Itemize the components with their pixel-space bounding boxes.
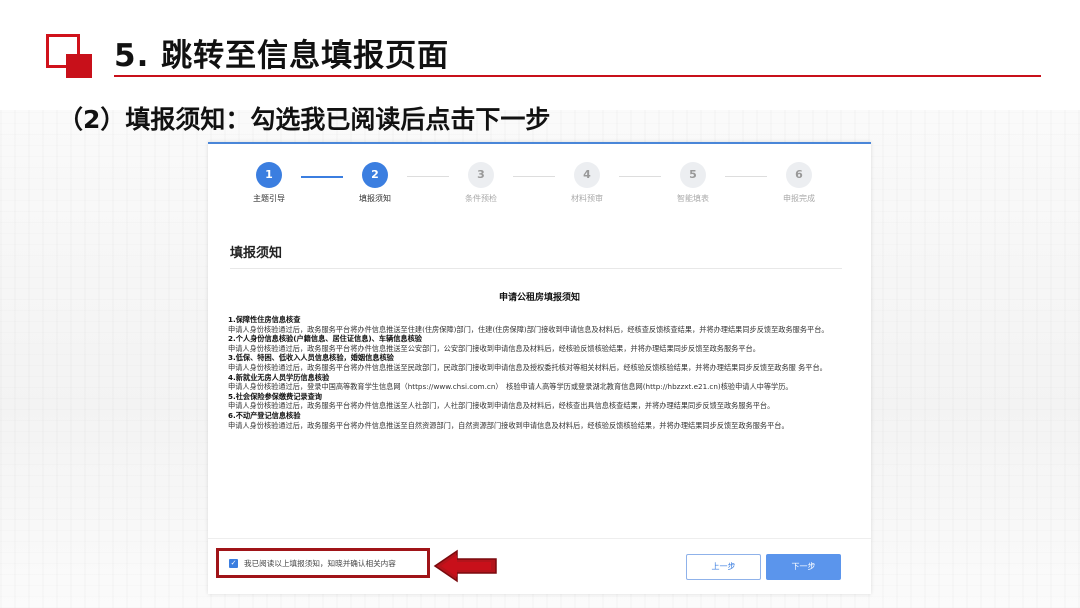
step-number: 1 <box>256 162 282 188</box>
slide-title: 5. 跳转至信息填报页面 <box>114 38 450 74</box>
footer-divider <box>208 538 871 539</box>
notice-item-title: 2.个人身份信息核验(户籍信息、居住证信息)、车辆信息核验 <box>228 334 422 344</box>
form-panel: 1 主题引导 2 填报须知 3 条件预检 4 材料预审 5 智能填表 6 申报完… <box>208 142 871 594</box>
notice-item-text: 申请人身份核验通过后，政务服务平台将办件信息推送至自然资源部门，自然资源部门接收… <box>228 420 789 430</box>
document-title: 申请公租房填报须知 <box>498 293 580 303</box>
step-number: 4 <box>574 162 600 188</box>
notice-item-title: 1.保障性住房信息核查 <box>228 315 301 324</box>
step-label: 填报须知 <box>359 194 391 203</box>
step-label: 条件预检 <box>465 194 497 203</box>
step-number: 6 <box>786 162 812 188</box>
notice-item-text: 申请人身份核验通过后，政务服务平台将办件信息推送至人社部门，人社部门接收到申请信… <box>228 401 775 411</box>
checkbox-checked-icon[interactable]: ✓ <box>229 558 238 568</box>
logo-inner-square <box>66 54 92 78</box>
step-label: 材料预审 <box>571 194 603 203</box>
notice-item-text: 申请人身份核验通过后，政务服务平台将办件信息推送至民政部门，民政部门接收到申请信… <box>228 362 827 372</box>
notice-item-text: 申请人身份核验通过后，政务服务平台将办件信息推送至公安部门，公安部门接收到申请信… <box>228 343 760 353</box>
previous-step-button[interactable]: 上一步 <box>686 554 761 580</box>
notice-content: 1.保障性住房信息核查 申请人身份核验通过后，政务服务平台将办件信息推送至住建(… <box>228 315 842 430</box>
step-condition-check[interactable]: 3 条件预检 <box>441 162 521 204</box>
notice-item-title: 6.不动产登记信息核验 <box>228 410 301 420</box>
step-label: 智能填表 <box>677 194 709 203</box>
notice-item-title: 3.低保、特困、低收入人员信息核验，婚姻信息核验 <box>228 353 394 363</box>
step-number: 3 <box>468 162 494 188</box>
notice-item-title: 4.新就业无房人员学历信息核验 <box>228 372 330 382</box>
progress-stepper: 1 主题引导 2 填报须知 3 条件预检 4 材料预审 5 智能填表 6 申报完… <box>208 162 871 212</box>
heading-divider <box>230 268 842 269</box>
step-topic-guide[interactable]: 1 主题引导 <box>229 162 309 204</box>
pointer-arrow-icon <box>433 549 497 583</box>
step-material-review[interactable]: 4 材料预审 <box>547 162 627 204</box>
notice-item-text: 申请人身份核验通过后，登录中国高等教育学生信息网（https://www.chs… <box>228 382 793 392</box>
step-number: 2 <box>362 162 388 188</box>
notice-item-title: 5.社会保险参保缴费记录查询 <box>228 391 322 401</box>
slide-subtitle: （2）填报须知：勾选我已阅读后点击下一步 <box>58 105 551 134</box>
title-divider <box>114 75 1041 77</box>
agree-checkbox-label[interactable]: 我已阅读以上填报须知，知晓并确认相关内容 <box>244 558 396 569</box>
notice-heading: 填报须知 <box>230 246 283 261</box>
step-filing-notice[interactable]: 2 填报须知 <box>335 162 415 204</box>
step-label: 主题引导 <box>253 194 285 203</box>
next-step-button[interactable]: 下一步 <box>766 554 841 580</box>
slide-logo-mark <box>46 34 92 78</box>
step-submission-complete[interactable]: 6 申报完成 <box>759 162 839 204</box>
notice-item-text: 申请人身份核验通过后，政务服务平台将办件信息推送至住建(住房保障)部门，住建(住… <box>228 324 829 334</box>
agree-checkbox-highlight[interactable]: ✓ 我已阅读以上填报须知，知晓并确认相关内容 <box>216 548 430 578</box>
step-number: 5 <box>680 162 706 188</box>
step-smart-form[interactable]: 5 智能填表 <box>653 162 733 204</box>
step-label: 申报完成 <box>783 194 815 203</box>
